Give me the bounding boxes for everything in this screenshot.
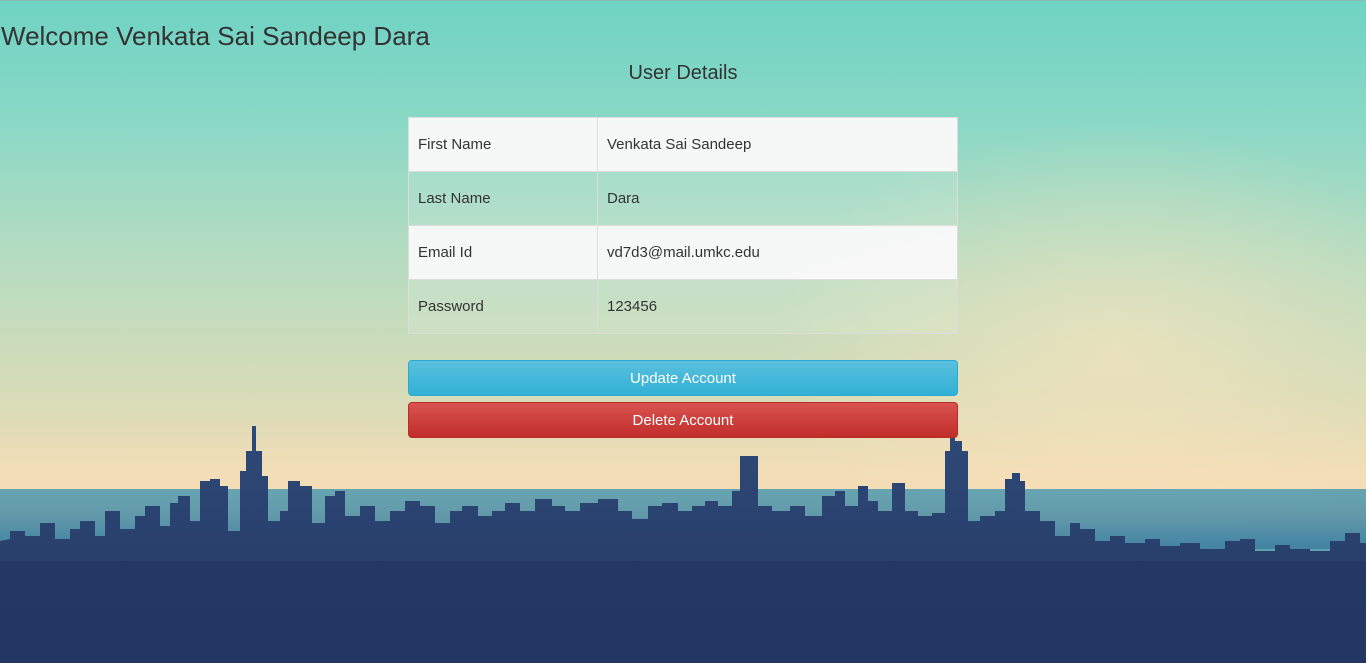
table-row-first-name: First Name Venkata Sai Sandeep — [408, 117, 958, 172]
first-name-value: Venkata Sai Sandeep — [597, 117, 958, 172]
password-label: Password — [408, 279, 598, 334]
city-skyline-background — [0, 421, 1366, 663]
update-account-button[interactable]: Update Account — [408, 360, 958, 396]
last-name-value: Dara — [597, 171, 958, 226]
password-value: 123456 — [597, 279, 958, 334]
last-name-label: Last Name — [408, 171, 598, 226]
user-details-title: User Details — [628, 62, 738, 84]
welcome-heading: Welcome Venkata Sai Sandeep Dara — [1, 21, 430, 51]
table-row-password: Password 123456 — [408, 279, 958, 334]
email-value: vd7d3@mail.umkc.edu — [597, 225, 958, 280]
table-row-last-name: Last Name Dara — [408, 171, 958, 226]
delete-account-button[interactable]: Delete Account — [408, 402, 958, 438]
user-details-table: First Name Venkata Sai Sandeep Last Name… — [408, 117, 958, 334]
page: Welcome Venkata Sai Sandeep Dara User De… — [0, 0, 1366, 663]
table-row-email: Email Id vd7d3@mail.umkc.edu — [408, 225, 958, 280]
first-name-label: First Name — [408, 117, 598, 172]
email-label: Email Id — [408, 225, 598, 280]
